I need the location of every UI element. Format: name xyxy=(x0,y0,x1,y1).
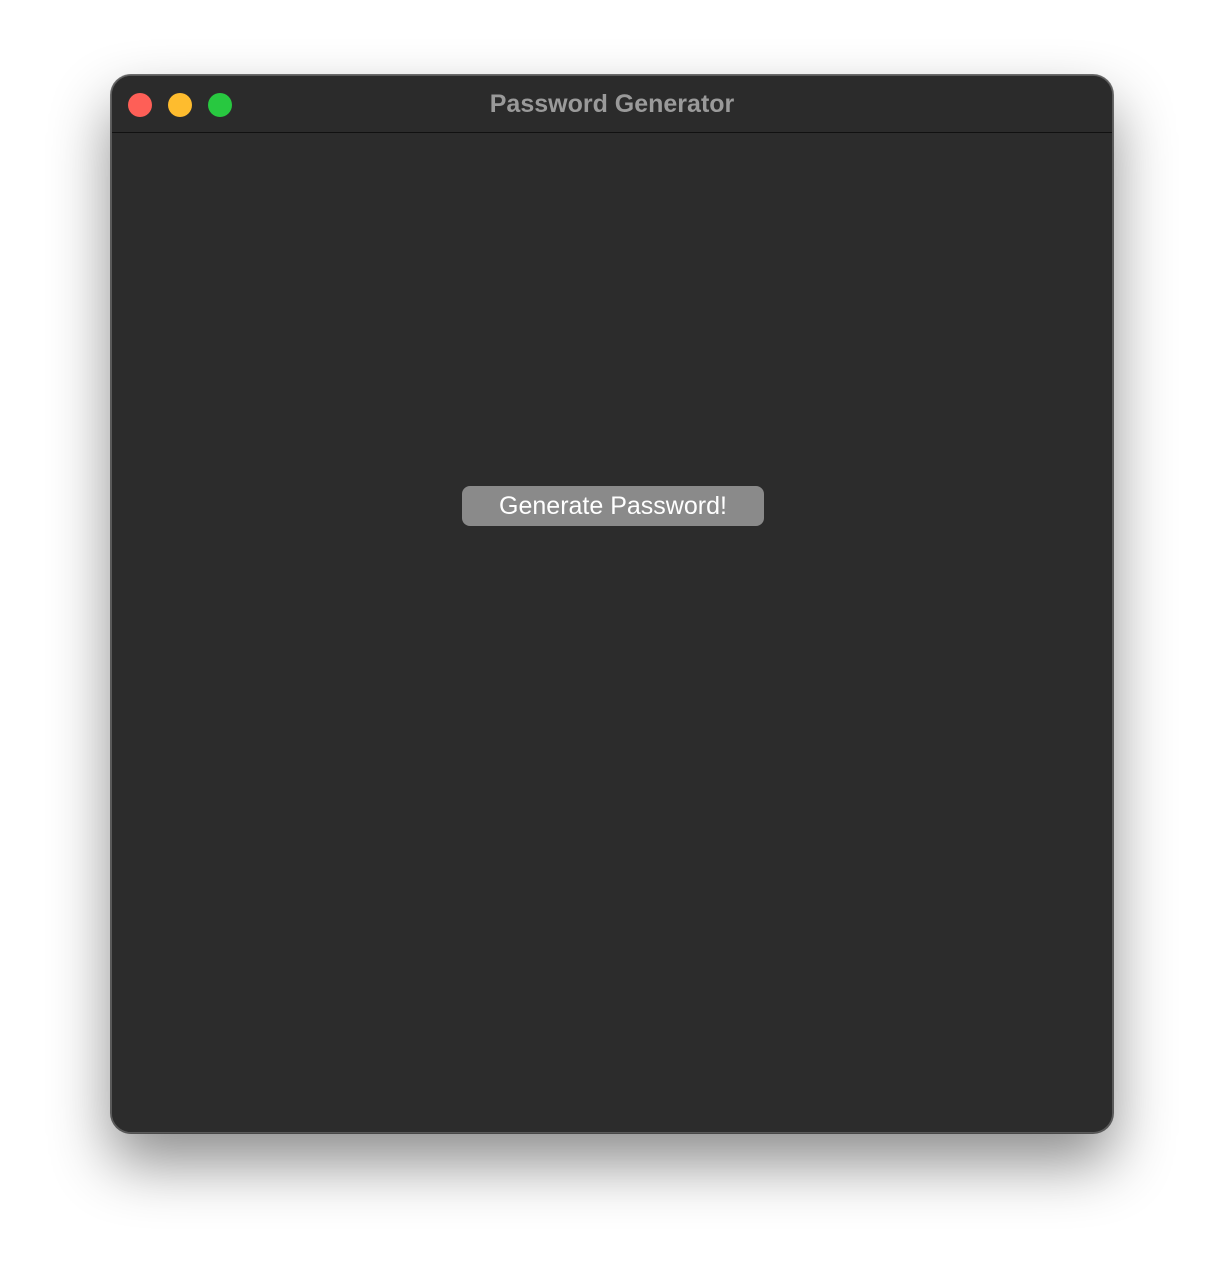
window-content: Generate Password! xyxy=(112,133,1112,1132)
window-title: Password Generator xyxy=(489,90,735,118)
app-window: Password Generator Generate Password! xyxy=(111,75,1113,1133)
generate-password-button[interactable]: Generate Password! xyxy=(462,486,764,526)
desktop: Password Generator Generate Password! xyxy=(0,0,1224,1280)
title-bar: Password Generator xyxy=(112,76,1112,133)
